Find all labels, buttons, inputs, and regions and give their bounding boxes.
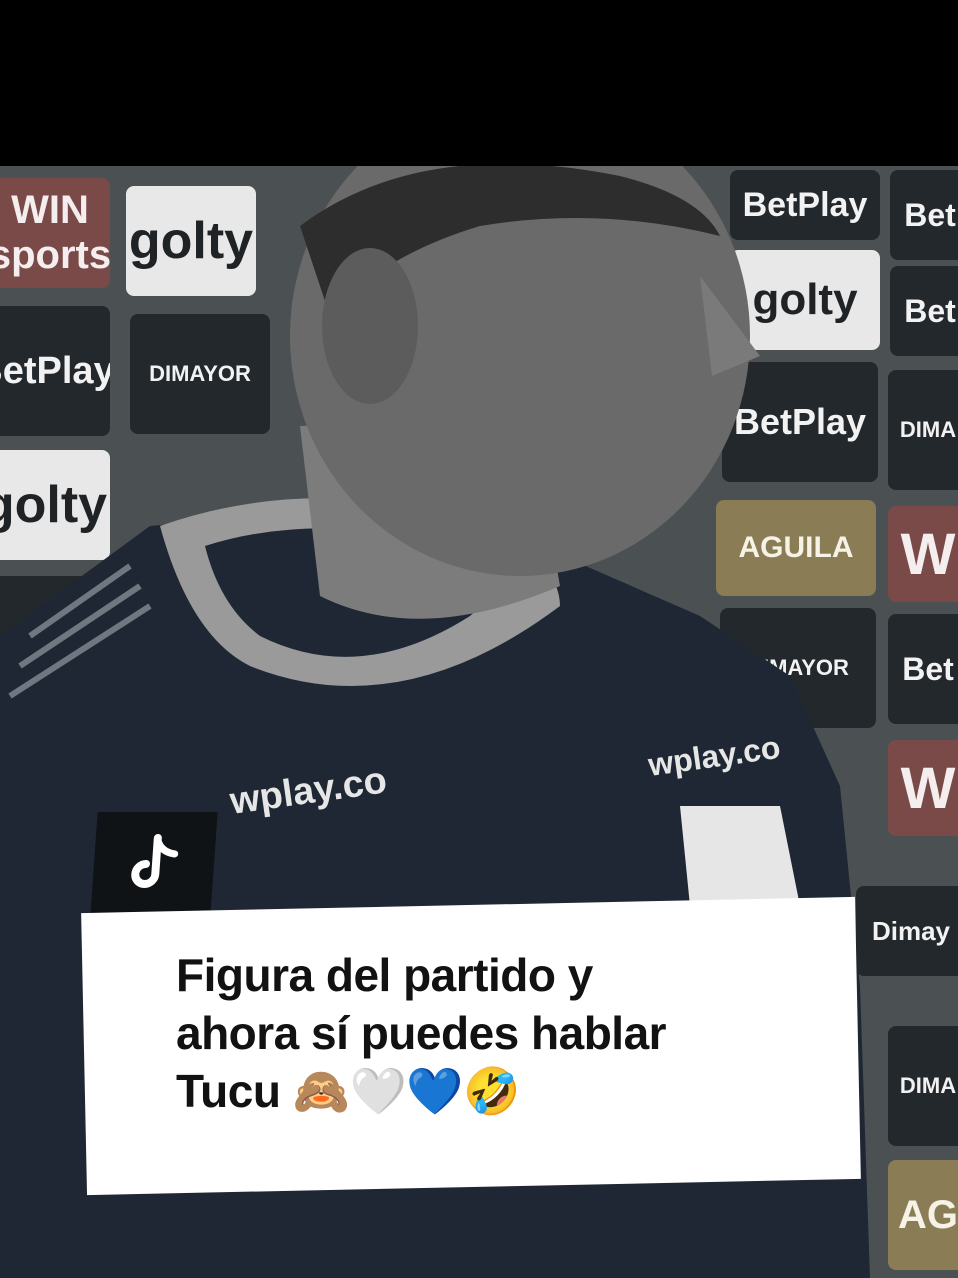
- caption-text: Figura del partido y ahora sí puedes hab…: [176, 946, 836, 1120]
- caption-line: Tucu 🙈🤍💙🤣: [176, 1065, 520, 1117]
- caption-line: Figura del partido y: [176, 949, 593, 1001]
- caption-line: ahora sí puedes hablar: [176, 1007, 667, 1059]
- tiktok-icon: [90, 812, 218, 916]
- top-letterbox: [0, 0, 958, 166]
- tiktok-note-icon: [131, 834, 179, 888]
